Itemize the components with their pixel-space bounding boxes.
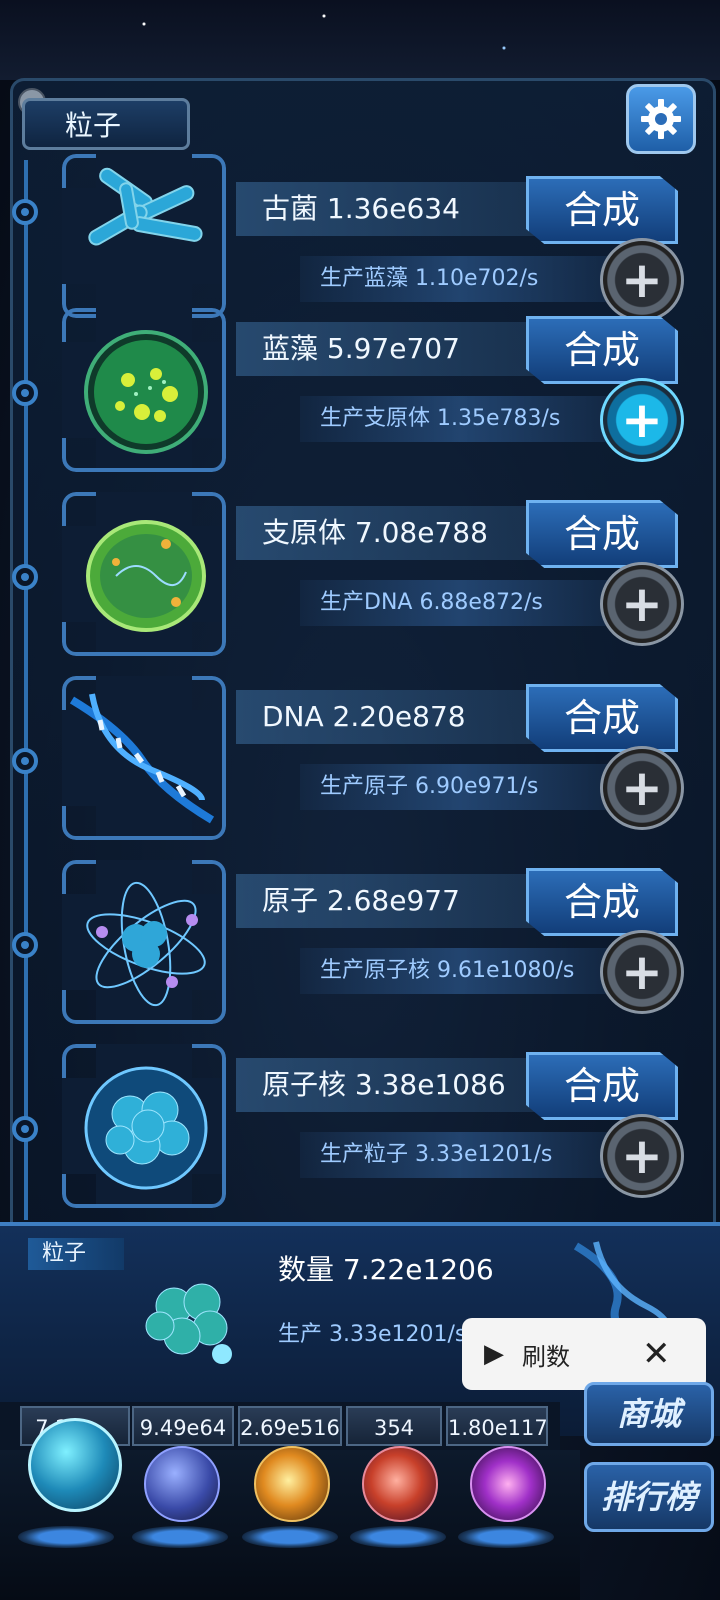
archaea-bacteria-icon — [88, 167, 203, 246]
plus-icon: + — [621, 759, 663, 817]
gear-icon — [641, 99, 681, 139]
item-row-nucleus: 原子核 3.38e1086 合成 生产粒子 3.33e1201/s + — [0, 1044, 720, 1214]
pedestal — [350, 1526, 446, 1548]
production-rate: 生产粒子 3.33e1201/s — [300, 1132, 620, 1178]
current-quantity: 数量 7.22e1206 — [278, 1253, 494, 1286]
pedestal — [18, 1526, 114, 1548]
production-rate: 生产原子核 9.61e1080/s — [300, 948, 620, 994]
plus-icon: + — [621, 943, 663, 1001]
upgrade-plus-button[interactable]: + — [600, 562, 684, 646]
lightning-orb[interactable] — [144, 1446, 220, 1522]
ad-popup-label: 刷数 — [522, 1342, 570, 1371]
resource-count-energy: 9.49e64 — [132, 1406, 234, 1446]
settings-button[interactable] — [626, 84, 696, 154]
plus-icon: + — [621, 391, 663, 449]
upgrade-plus-button[interactable]: + — [600, 1114, 684, 1198]
production-rate: 生产原子 6.90e971/s — [300, 764, 620, 810]
particle-cluster-icon — [145, 1283, 232, 1364]
synthesize-button[interactable]: 合成 — [526, 176, 678, 244]
item-row-cyanobacteria: 蓝藻 5.97e707 合成 生产支原体 1.35e783/s + — [0, 308, 720, 478]
upgrade-plus-button[interactable]: + — [600, 746, 684, 830]
play-icon[interactable]: ▶ — [484, 1339, 504, 1369]
plus-icon: + — [621, 575, 663, 633]
item-row-mycoplasma: 支原体 7.08e788 合成 生产DNA 6.88e872/s + — [0, 492, 720, 662]
vortex-orb[interactable] — [470, 1446, 546, 1522]
close-icon[interactable]: ✕ — [642, 1334, 671, 1374]
nucleus-icon — [84, 1066, 208, 1190]
brain-orb[interactable] — [362, 1446, 438, 1522]
resource-count-vortex: 1.80e117 — [446, 1406, 548, 1446]
plus-icon: + — [621, 1127, 663, 1185]
synthesize-button[interactable]: 合成 — [526, 500, 678, 568]
pedestal — [458, 1526, 554, 1548]
production-rate: 生产DNA 6.88e872/s — [300, 580, 620, 626]
shop-button[interactable]: 商城 — [584, 1382, 714, 1446]
category-tab[interactable]: 粒子 — [22, 98, 190, 150]
item-name: 原子核 3.38e1086 — [236, 1058, 536, 1112]
item-row-atom: 原子 2.68e977 合成 生产原子核 9.61e1080/s + — [0, 860, 720, 1030]
category-tab-label: 粒子 — [65, 109, 122, 142]
atom-icon — [86, 881, 206, 1007]
resource-count-galaxy: 2.69e516 — [238, 1406, 342, 1446]
plus-icon: + — [621, 251, 663, 309]
particle-orb[interactable] — [28, 1418, 122, 1512]
current-item-tag: 粒子 — [28, 1238, 124, 1270]
pedestal — [132, 1526, 228, 1548]
resource-count-brain: 354 — [346, 1406, 442, 1446]
space-background — [0, 0, 720, 80]
upgrade-plus-button[interactable]: + — [600, 930, 684, 1014]
galaxy-orb[interactable] — [254, 1446, 330, 1522]
item-name: DNA 2.20e878 — [236, 690, 536, 744]
leaderboard-button[interactable]: 排行榜 — [584, 1462, 714, 1532]
cyanobacteria-cell-icon — [84, 330, 208, 454]
item-name: 原子 2.68e977 — [236, 874, 536, 928]
production-rate: 生产蓝藻 1.10e702/s — [300, 256, 620, 302]
pedestal — [242, 1526, 338, 1548]
item-name: 支原体 7.08e788 — [236, 506, 536, 560]
item-row-dna: DNA 2.20e878 合成 生产原子 6.90e971/s + — [0, 676, 720, 846]
current-production: 生产 3.33e1201/s — [278, 1322, 467, 1347]
item-name: 古菌 1.36e634 — [236, 182, 536, 236]
item-name: 蓝藻 5.97e707 — [236, 322, 536, 376]
ad-popup[interactable]: ▶ 刷数 ✕ — [462, 1318, 706, 1390]
mycoplasma-cell-icon — [86, 520, 206, 632]
synthesize-button[interactable]: 合成 — [526, 316, 678, 384]
production-rate: 生产支原体 1.35e783/s — [300, 396, 620, 442]
synthesize-button[interactable]: 合成 — [526, 684, 678, 752]
upgrade-plus-button[interactable]: + — [600, 378, 684, 462]
synthesize-button[interactable]: 合成 — [526, 1052, 678, 1120]
dna-helix-icon — [69, 693, 215, 824]
synthesize-button[interactable]: 合成 — [526, 868, 678, 936]
